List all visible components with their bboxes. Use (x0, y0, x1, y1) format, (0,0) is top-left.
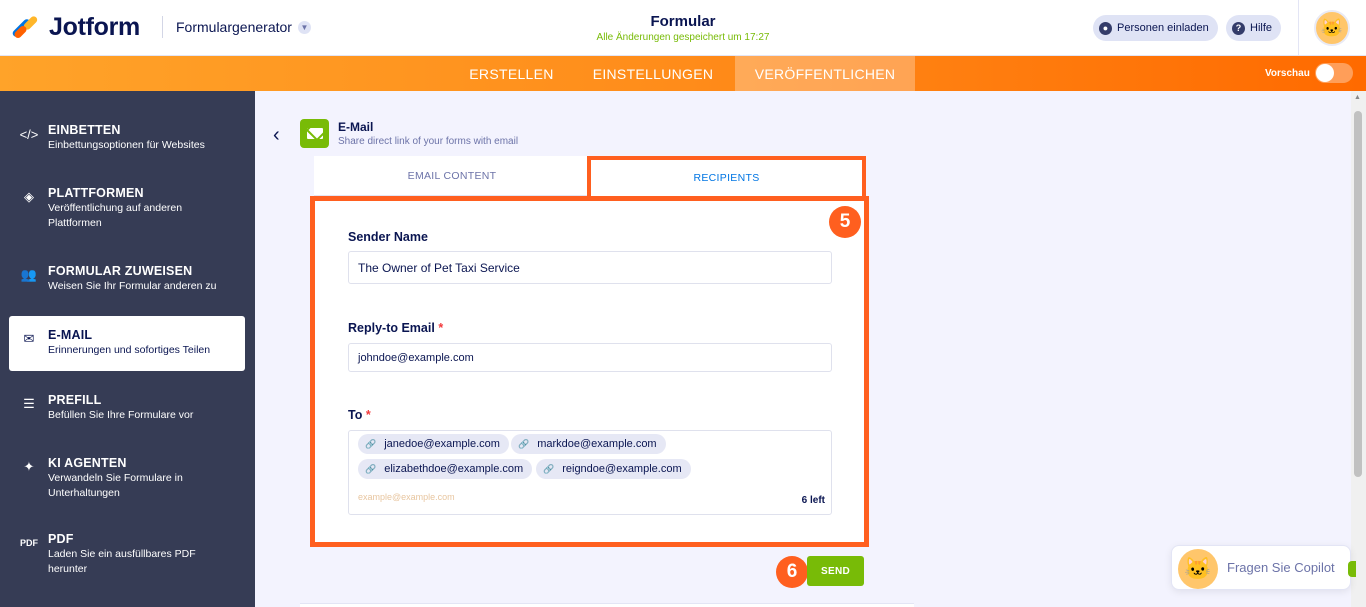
preview-toggle[interactable] (1315, 63, 1353, 83)
sidebar-item-email[interactable]: ✉ E-MAIL Erinnerungen und sofortiges Tei… (9, 316, 245, 371)
recipient-chip[interactable]: 🔗 janedoe@example.com (358, 434, 509, 454)
send-button[interactable]: SEND (807, 556, 864, 586)
avatar[interactable]: 🐱 (1314, 10, 1350, 46)
builder-label: Formulargenerator (176, 19, 292, 35)
chevron-down-icon: ▼ (297, 20, 311, 34)
main-content: ‹ E-Mail Share direct link of your forms… (255, 91, 1351, 607)
help-button[interactable]: ? Hilfe (1226, 15, 1282, 41)
sidebar-item-embed[interactable]: </> EINBETTEN Einbettungsoptionen für We… (9, 123, 245, 153)
toggle-knob (1316, 64, 1334, 82)
sidebar-item-platforms[interactable]: ◈ PLATTFORMEN Veröffentlichung auf ander… (9, 186, 245, 231)
link-icon: 🔗 (518, 438, 530, 449)
recipient-chip[interactable]: 🔗 markdoe@example.com (511, 434, 666, 454)
person-icon: ● (1099, 21, 1112, 35)
layers-icon: ◈ (24, 189, 34, 204)
prefill-icon: ☰ (23, 396, 35, 411)
recipient-chip[interactable]: 🔗 reigndoe@example.com (536, 459, 691, 479)
builder-dropdown[interactable]: Formulargenerator ▼ (176, 19, 311, 35)
mail-icon (300, 119, 329, 148)
top-bar: Jotform Formulargenerator ▼ Formular All… (0, 0, 1366, 56)
link-icon: 🔗 (365, 463, 377, 474)
divider (1298, 0, 1299, 56)
scrollbar[interactable]: ▲ (1351, 91, 1366, 607)
sidebar-item-title: PLATTFORMEN (48, 186, 144, 200)
pdf-icon: PDF (20, 538, 38, 548)
section-title: E-Mail (338, 120, 374, 134)
sidebar-item-title: E-MAIL (48, 328, 93, 342)
recipient-placeholder: example@example.com (358, 492, 455, 502)
copilot-avatar-icon: 🐱 (1178, 549, 1218, 589)
tab-email-content[interactable]: EMAIL CONTENT (314, 156, 590, 196)
sidebar-item-title: EINBETTEN (48, 123, 121, 137)
preview-label: Vorschau (1265, 68, 1310, 79)
email-tabs: EMAIL CONTENT RECIPIENTS (314, 156, 866, 196)
back-arrow-icon[interactable]: ‹ (273, 124, 280, 147)
step-badge: 5 (829, 206, 861, 238)
sidebar-item-desc: Befüllen Sie Ihre Formulare vor (48, 409, 194, 421)
tab-publish[interactable]: VERÖFFENTLICHEN (735, 56, 915, 91)
code-icon: </> (19, 126, 39, 142)
scrollbar-thumb[interactable] (1354, 111, 1362, 477)
mail-icon: ✉ (23, 331, 35, 346)
invite-label: Personen einladen (1117, 22, 1209, 34)
brand-name: Jotform (49, 13, 140, 41)
sidebar-item-desc: Einbettungsoptionen für Websites (48, 139, 205, 151)
sidebar-item-desc: Laden Sie ein ausfüllbares PDF herunter (48, 548, 196, 575)
sidebar-item-desc: Erinnerungen und sofortiges Teilen (48, 344, 211, 356)
question-icon: ? (1232, 21, 1245, 35)
status-indicator (1348, 561, 1356, 577)
divider (162, 16, 163, 38)
sidebar-item-title: FORMULAR ZUWEISEN (48, 264, 193, 278)
to-label: To * (348, 408, 371, 422)
recipients-panel: 5 Sender Name The Owner of Pet Taxi Serv… (310, 196, 869, 547)
copilot-label: Fragen Sie Copilot (1227, 560, 1335, 575)
sidebar-item-title: PDF (48, 532, 74, 546)
users-icon: 👥 (20, 267, 38, 282)
sidebar-item-prefill[interactable]: ☰ PREFILL Befüllen Sie Ihre Formulare vo… (9, 393, 245, 423)
sidebar-item-desc: Verwandeln Sie Formulare in Unterhaltung… (48, 472, 183, 499)
sidebar-item-title: KI AGENTEN (48, 456, 127, 470)
link-icon: 🔗 (365, 438, 377, 449)
sidebar-item-pdf[interactable]: PDF PDF Laden Sie ein ausfüllbares PDF h… (9, 532, 245, 577)
next-section-edge (300, 603, 914, 607)
reply-to-email-field[interactable]: johndoe@example.com (348, 343, 832, 372)
section-subtitle: Share direct link of your forms with ema… (338, 136, 519, 147)
sidebar-item-assign-form[interactable]: 👥 FORMULAR ZUWEISEN Weisen Sie Ihr Formu… (9, 264, 245, 294)
sender-name-label: Sender Name (348, 230, 428, 244)
tab-settings[interactable]: EINSTELLUNGEN (579, 56, 727, 91)
copilot-button[interactable]: 🐱 Fragen Sie Copilot (1171, 545, 1356, 590)
tab-create[interactable]: ERSTELLEN (456, 56, 567, 91)
tab-recipients[interactable]: RECIPIENTS (587, 156, 866, 196)
sidebar-item-title: PREFILL (48, 393, 102, 407)
remaining-count: 6 left (801, 495, 825, 506)
help-label: Hilfe (1250, 22, 1273, 34)
save-status: Alle Änderungen gespeichert um 17:27 (596, 32, 770, 43)
recipients-input[interactable]: 🔗 janedoe@example.com 🔗 markdoe@example.co… (348, 430, 832, 515)
sidebar-item-ai-agents[interactable]: ✦ KI AGENTEN Verwandeln Sie Formulare in… (9, 456, 245, 501)
sender-name-field[interactable]: The Owner of Pet Taxi Service (348, 251, 832, 284)
sidebar-item-desc: Weisen Sie Ihr Formular anderen zu (48, 280, 217, 292)
jotform-logo-icon (11, 14, 39, 41)
step-badge: 6 (776, 556, 808, 588)
main-nav: ERSTELLEN EINSTELLUNGEN VERÖFFENTLICHEN … (0, 56, 1366, 91)
sidebar-item-desc: Veröffentlichung auf anderen Plattformen (48, 202, 183, 229)
invite-people-button[interactable]: ● Personen einladen (1093, 15, 1218, 41)
jotform-logo[interactable]: Jotform (11, 13, 140, 42)
form-title[interactable]: Formular (583, 13, 783, 30)
link-icon: 🔗 (543, 463, 555, 474)
recipient-chip[interactable]: 🔗 elizabethdoe@example.com (358, 459, 533, 479)
sparkle-icon: ✦ (23, 459, 35, 474)
scroll-up-icon[interactable]: ▲ (1354, 94, 1361, 101)
reply-to-label: Reply-to Email * (348, 321, 444, 335)
publish-sidebar: </> EINBETTEN Einbettungsoptionen für We… (0, 91, 255, 607)
